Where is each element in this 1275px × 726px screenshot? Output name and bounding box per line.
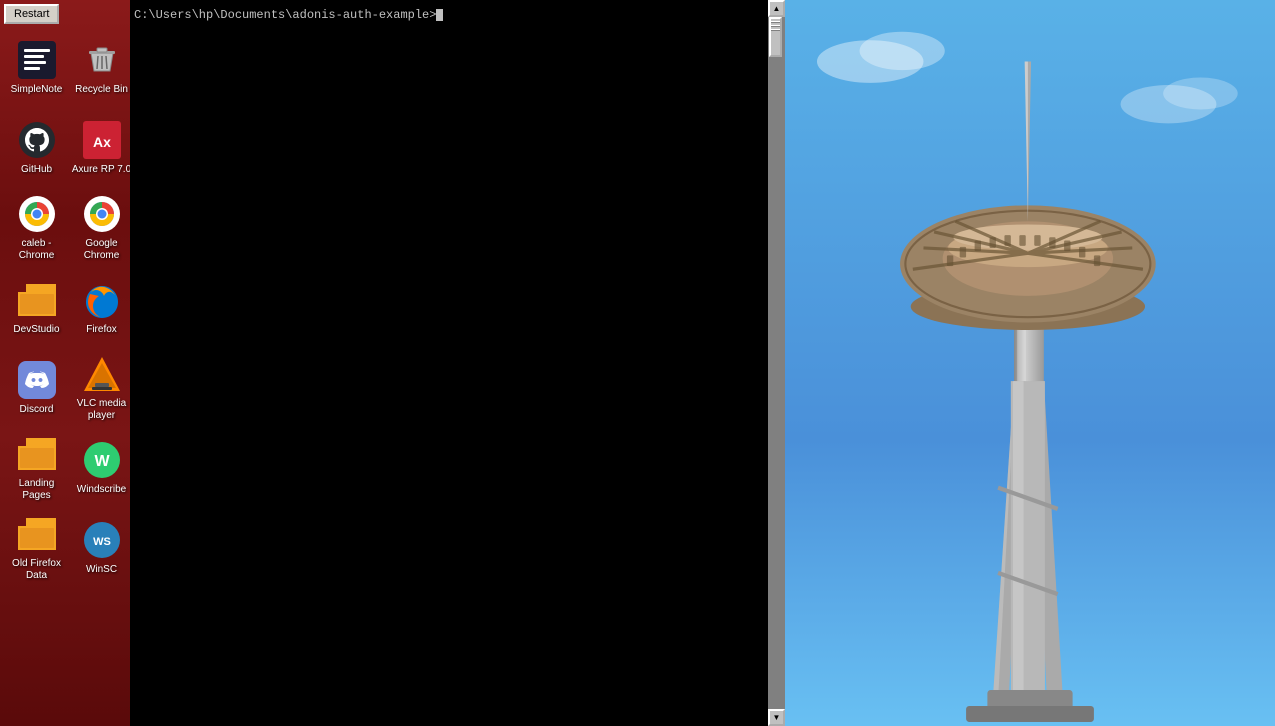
desktop-icon-google-chrome[interactable]: Google Chrome <box>69 188 134 268</box>
recycle-icon <box>82 40 122 80</box>
google-chrome-icon <box>82 194 122 234</box>
github-icon <box>17 120 57 160</box>
desktop-left-panel: Restart SimpleNote <box>0 0 130 726</box>
windscribe-label: Windscribe <box>77 484 126 496</box>
scrollbar-track <box>768 17 785 709</box>
vlc-label: VLC media player <box>71 398 132 422</box>
terminal-scrollbar: ▲ ▼ <box>768 0 785 726</box>
old-firefox-icon <box>17 514 57 554</box>
desktop-icon-windscribe[interactable]: W Windscribe <box>69 428 134 508</box>
terminal-content[interactable]: C:\Users\hp\Documents\adonis-auth-exampl… <box>130 0 785 30</box>
restart-button[interactable]: Restart <box>4 4 59 24</box>
desktop-icon-firefox[interactable]: Firefox <box>69 268 134 348</box>
svg-text:Ax: Ax <box>93 134 111 150</box>
landing-pages-label: Landing Pages <box>6 478 67 502</box>
axure-label: Axure RP 7.0 <box>72 164 131 176</box>
svg-text:WS: WS <box>93 536 111 548</box>
winsc-icon: WS <box>82 520 122 560</box>
windscribe-icon: W <box>82 440 122 480</box>
desktop-icon-old-firefox[interactable]: Old Firefox Data <box>4 508 69 588</box>
scrollbar-down-button[interactable]: ▼ <box>768 709 785 726</box>
simplenote-icon <box>17 40 57 80</box>
desktop-icon-landing-pages[interactable]: Landing Pages <box>4 428 69 508</box>
desktop-icon-devstudio[interactable]: DevStudio <box>4 268 69 348</box>
simplenote-label: SimpleNote <box>11 84 63 96</box>
google-chrome-label: Google Chrome <box>71 238 132 262</box>
caleb-chrome-icon <box>17 194 57 234</box>
devstudio-label: DevStudio <box>13 324 59 336</box>
desktop-icon-github[interactable]: GitHub <box>4 108 69 188</box>
discord-icon <box>17 360 57 400</box>
terminal-cursor <box>436 9 443 21</box>
svg-text:W: W <box>94 453 110 470</box>
terminal-window: C:\Users\hp\Documents\adonis-auth-exampl… <box>130 0 785 726</box>
axure-icon: Ax <box>82 120 122 160</box>
recycle-label: Recycle Bin <box>75 84 128 96</box>
vlc-icon <box>82 354 122 394</box>
winsc-label: WinSC <box>86 564 117 576</box>
desktop-icons-grid: SimpleNote Recycle Bin <box>0 24 130 588</box>
devstudio-icon <box>17 280 57 320</box>
terminal-wrapper: C:\Users\hp\Documents\adonis-auth-exampl… <box>130 0 785 726</box>
old-firefox-label: Old Firefox Data <box>6 558 67 582</box>
desktop-icon-recycle[interactable]: Recycle Bin <box>69 28 134 108</box>
desktop-icon-vlc[interactable]: VLC media player <box>69 348 134 428</box>
caleb-chrome-label: caleb - Chrome <box>6 238 67 262</box>
landing-pages-icon <box>17 434 57 474</box>
discord-label: Discord <box>20 404 54 416</box>
desktop-icon-winsc[interactable]: WS WinSC <box>69 508 134 588</box>
desktop-icon-axure[interactable]: Ax Axure RP 7.0 <box>69 108 134 188</box>
terminal-path: C:\Users\hp\Documents\adonis-auth-exampl… <box>134 8 436 22</box>
desktop-icon-simplenote[interactable]: SimpleNote <box>4 28 69 108</box>
scrollbar-grip-lines <box>771 21 780 31</box>
desktop-icon-caleb-chrome[interactable]: caleb - Chrome <box>4 188 69 268</box>
firefox-label: Firefox <box>86 324 117 336</box>
scrollbar-up-button[interactable]: ▲ <box>768 0 785 17</box>
github-label: GitHub <box>21 164 52 176</box>
firefox-icon <box>82 280 122 320</box>
desktop-icon-discord[interactable]: Discord <box>4 348 69 428</box>
desktop-wallpaper <box>785 0 1275 726</box>
